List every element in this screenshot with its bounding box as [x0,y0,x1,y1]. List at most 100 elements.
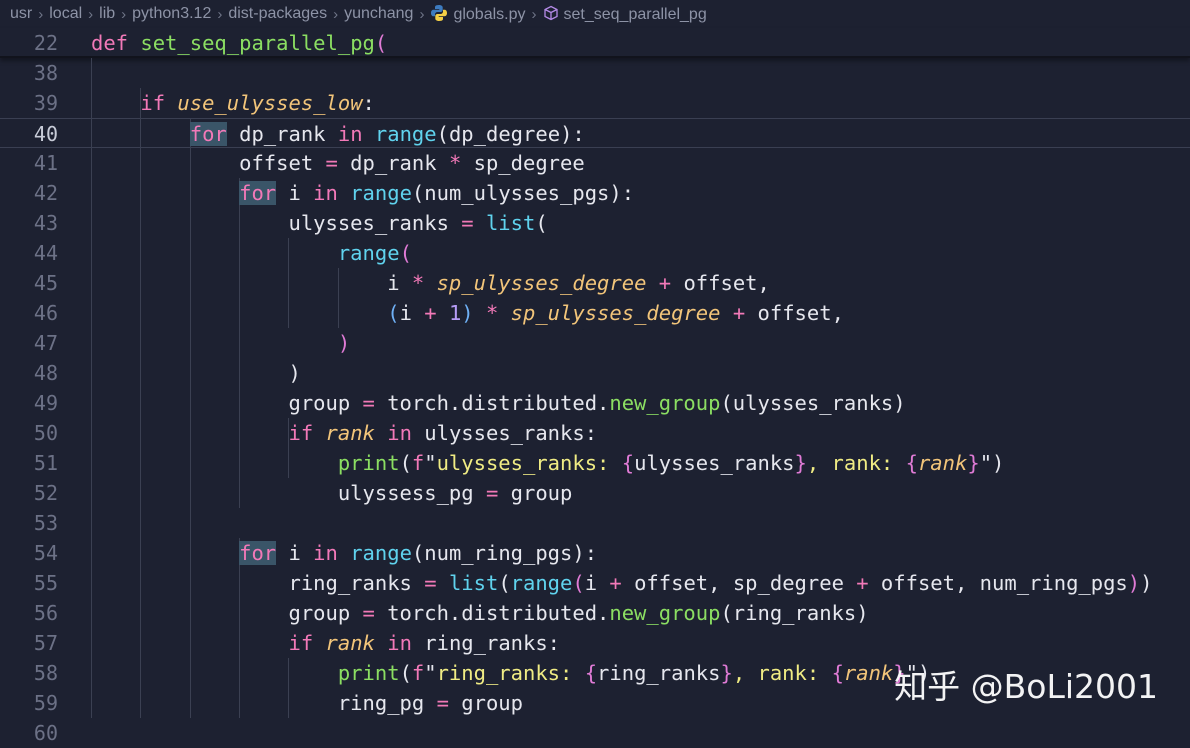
code-line[interactable]: if rank in ulysses_ranks: [91,418,597,448]
chevron-right-icon: › [333,5,339,23]
code-token: ) [337,331,351,355]
code-token: def [91,31,129,55]
code-token: (num_ulysses_pgs): [411,181,635,205]
line-number: 56 [33,601,58,625]
code-token: * [448,151,462,175]
code-line[interactable]: for i in range(num_ring_pgs): [91,538,597,568]
code-line[interactable]: (i + 1) * sp_ulysses_degree + offset, [91,298,844,328]
code-token: * [411,271,425,295]
code-line[interactable]: ) [91,328,350,358]
code-token: rank [917,451,968,475]
code-token: offset, sp_degree [621,571,857,595]
editor-line[interactable]: 49 group = torch.distributed.new_group(u… [0,388,1190,418]
breadcrumb-file-label: globals.py [453,6,526,23]
editor-line[interactable]: 60 [0,718,1190,748]
breadcrumb-file[interactable]: globals.py [430,4,526,24]
editor-line[interactable]: 44 range( [0,238,1190,268]
code-token: + [424,301,437,325]
editor-line[interactable]: 54 for i in range(num_ring_pgs): [0,538,1190,568]
breadcrumb-item[interactable]: usr [10,5,32,23]
editor-line[interactable]: 42 for i in range(num_ulysses_pgs): [0,178,1190,208]
editor-line[interactable]: 41 offset = dp_rank * sp_degree [0,148,1190,178]
line-number: 58 [33,661,58,685]
editor-line[interactable]: 51 print(f"ulysses_ranks: {ulysses_ranks… [0,448,1190,478]
code-token: group [448,691,523,715]
code-token: ring_ranks [597,661,721,685]
line-number: 43 [33,211,58,235]
code-token: * [485,301,499,325]
code-token: offset [91,151,326,175]
code-token: ( [399,661,412,685]
editor-line[interactable]: 46 (i + 1) * sp_ulysses_degree + offset, [0,298,1190,328]
code-line[interactable]: for i in range(num_ulysses_pgs): [91,178,634,208]
code-line[interactable]: ulysses_ranks = list( [91,208,547,238]
editor-line[interactable]: 56 group = torch.distributed.new_group(r… [0,598,1190,628]
code-token: = [436,691,449,715]
code-token: in [387,421,412,445]
code-line[interactable]: offset = dp_rank * sp_degree [91,148,585,178]
code-line[interactable]: group = torch.distributed.new_group(ulys… [91,388,905,418]
editor-line[interactable]: 57 if rank in ring_ranks: [0,628,1190,658]
breadcrumb-item[interactable]: local [49,5,82,23]
code-line[interactable]: for dp_rank in range(dp_degree): [91,119,585,149]
code-token: + [732,301,746,325]
code-editor[interactable]: 38 39 if use_ulysses_low: 40 for dp_rank i… [0,58,1190,745]
line-number: 55 [33,571,58,595]
breadcrumb-item[interactable]: lib [99,5,115,23]
code-token: 1 [448,301,462,325]
editor-line[interactable]: 48 ) [0,358,1190,388]
line-number: 50 [33,421,58,445]
editor-line[interactable]: 45 i * sp_ulysses_degree + offset, [0,268,1190,298]
sticky-scroll-header[interactable]: 22 def set_seq_parallel_pg( [0,28,1190,58]
breadcrumb-symbol[interactable]: set_seq_parallel_pg [543,5,707,24]
breadcrumb-item[interactable]: dist-packages [228,5,327,23]
code-line[interactable]: if use_ulysses_low: [91,88,375,118]
code-line[interactable]: ulyssess_pg = group [91,478,573,508]
line-number: 42 [33,181,58,205]
code-token: : [362,91,375,115]
code-token: i [276,541,314,565]
code-line[interactable]: print(f"ring_ranks: {ring_ranks}, rank: … [91,658,930,688]
breadcrumb-item[interactable]: python3.12 [132,5,211,23]
chevron-right-icon: › [531,5,537,23]
code-line[interactable]: def set_seq_parallel_pg( [91,28,387,58]
code-token: (num_ring_pgs): [411,541,598,565]
editor-line[interactable]: 39 if use_ulysses_low: [0,88,1190,118]
line-number: 52 [33,481,58,505]
chevron-right-icon: › [38,5,44,23]
code-token: offset, [745,301,844,325]
code-line[interactable]: print(f"ulysses_ranks: {ulysses_ranks}, … [91,448,1005,478]
code-token: = [362,601,375,625]
code-token: range [350,541,412,565]
breadcrumb-item[interactable]: yunchang [344,5,413,23]
editor-line[interactable]: 47 ) [0,328,1190,358]
code-token: new_group [609,391,721,415]
code-line[interactable]: ring_pg = group [91,688,523,718]
editor-line[interactable]: 50 if rank in ulysses_ranks: [0,418,1190,448]
code-line[interactable]: ring_ranks = list(range(i + offset, sp_d… [91,568,1152,598]
code-token: (ring_ranks) [720,601,869,625]
code-token: group [91,391,363,415]
editor-line[interactable]: 53 [0,508,1190,538]
editor-line[interactable]: 40 for dp_rank in range(dp_degree): [0,118,1190,148]
code-line[interactable]: if rank in ring_ranks: [91,628,560,658]
code-token: range [337,241,400,265]
code-line[interactable]: group = torch.distributed.new_group(ring… [91,598,869,628]
code-token: ulysses_ranks [634,451,795,475]
code-line[interactable]: range( [91,238,412,268]
code-token: ( [374,31,388,55]
code-line[interactable]: ) [91,358,300,388]
editor-line[interactable]: 52 ulyssess_pg = group [0,478,1190,508]
editor-line[interactable]: 55 ring_ranks = list(range(i + offset, s… [0,568,1190,598]
editor-line[interactable]: 38 [0,58,1190,88]
chevron-right-icon: › [88,5,94,23]
editor-line[interactable]: 43 ulysses_ranks = list( [0,208,1190,238]
code-token: ring_ranks: [436,661,585,685]
code-line[interactable]: i * sp_ulysses_degree + offset, [91,268,770,298]
